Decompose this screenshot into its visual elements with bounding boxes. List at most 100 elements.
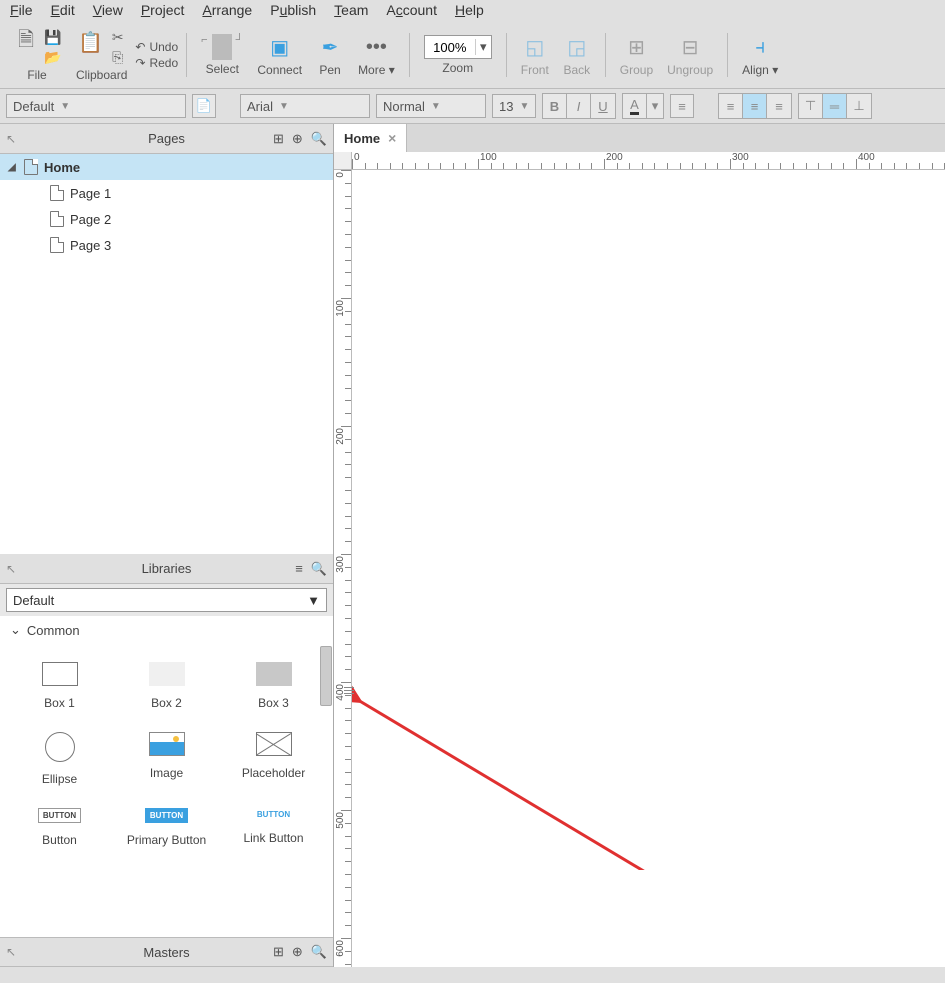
cut-icon[interactable]: ✂ <box>109 28 127 46</box>
separator <box>605 33 606 77</box>
widget-link-button[interactable]: BUTTONLink Button <box>220 808 327 847</box>
add-master-icon[interactable]: ⊕ <box>292 944 303 960</box>
page-item-home[interactable]: ◢ Home <box>0 154 333 180</box>
align-button[interactable]: ⫞ Align ▾ <box>736 33 784 77</box>
separator <box>409 33 410 77</box>
new-file-icon[interactable]: 🗎 <box>12 28 40 56</box>
expand-icon[interactable]: ◢ <box>8 162 18 173</box>
bold-button[interactable]: B <box>543 94 567 118</box>
widget-box3[interactable]: Box 3 <box>220 662 327 710</box>
add-page-icon[interactable]: ⊕ <box>292 131 303 147</box>
bring-front-icon: ◱ <box>521 33 549 61</box>
widget-box2[interactable]: Box 2 <box>113 662 220 710</box>
style-manager-icon[interactable]: 📄 <box>192 94 216 118</box>
file-label: File <box>27 68 46 82</box>
italic-button[interactable]: I <box>567 94 591 118</box>
library-section-common[interactable]: ⌄ Common <box>0 616 333 644</box>
menu-project[interactable]: Project <box>141 2 185 18</box>
panel-resize-handle[interactable] <box>344 680 354 700</box>
open-icon[interactable]: 📂 <box>44 48 62 66</box>
valign-top-button[interactable]: ⊤ <box>799 94 823 118</box>
page-name: Page 1 <box>70 186 111 201</box>
add-folder-icon[interactable]: ⊞ <box>273 944 284 960</box>
page-icon <box>50 211 64 227</box>
connect-tool[interactable]: ▣ Connect <box>251 33 308 77</box>
page-item-1[interactable]: Page 1 <box>0 180 333 206</box>
canvas-area: Home × 0100200300400 0100200300400500600 <box>334 124 945 967</box>
design-canvas[interactable] <box>352 170 945 967</box>
annotation-arrow <box>352 170 945 870</box>
back-button[interactable]: ◲ Back <box>557 33 597 77</box>
page-name: Page 2 <box>70 212 111 227</box>
menu-arrange[interactable]: Arrange <box>202 2 252 18</box>
menu-icon[interactable]: ≡ <box>295 561 303 577</box>
font-select[interactable]: Arial▼ <box>240 94 370 118</box>
menu-team[interactable]: Team <box>334 2 368 18</box>
separator <box>506 33 507 77</box>
undo-button[interactable]: ↶Undo <box>135 40 178 54</box>
close-tab-icon[interactable]: × <box>388 130 396 146</box>
horizontal-ruler[interactable]: 0100200300400 <box>352 152 945 170</box>
popout-icon[interactable]: ↖ <box>6 945 16 959</box>
widget-ellipse[interactable]: Ellipse <box>6 732 113 786</box>
search-libraries-icon[interactable]: 🔍 <box>311 561 327 577</box>
align-right-button[interactable]: ≡ <box>767 94 791 118</box>
more-tool[interactable]: ••• More ▾ <box>352 33 401 77</box>
add-folder-icon[interactable]: ⊞ <box>273 131 284 147</box>
send-back-icon: ◲ <box>563 33 591 61</box>
search-masters-icon[interactable]: 🔍 <box>311 944 327 960</box>
collapse-icon: ⌄ <box>10 622 21 638</box>
pen-tool[interactable]: ✒ Pen <box>310 33 350 77</box>
group-button[interactable]: ⊞ Group <box>614 33 659 77</box>
menu-publish[interactable]: Publish <box>270 2 316 18</box>
pen-label: Pen <box>319 63 340 77</box>
libraries-title: Libraries <box>142 561 192 576</box>
select-tool[interactable]: ⌐┘ Select <box>195 34 249 76</box>
ungroup-button[interactable]: ⊟ Ungroup <box>661 33 719 77</box>
widget-image[interactable]: Image <box>113 732 220 786</box>
popout-icon[interactable]: ↖ <box>6 562 16 576</box>
menu-help[interactable]: Help <box>455 2 484 18</box>
more-label: More <box>358 63 385 77</box>
underline-button[interactable]: U <box>591 94 615 118</box>
library-select[interactable]: Default▼ <box>6 588 327 612</box>
style-select[interactable]: Default▼ <box>6 94 186 118</box>
copy-icon[interactable]: ⎘ <box>109 48 127 66</box>
align-center-button[interactable]: ≡ <box>743 94 767 118</box>
text-color-button[interactable]: A <box>623 94 647 118</box>
widget-box1[interactable]: Box 1 <box>6 662 113 710</box>
zoom-selector[interactable]: ▾ <box>424 35 492 59</box>
page-name: Page 3 <box>70 238 111 253</box>
group-icon: ⊞ <box>622 33 650 61</box>
size-select[interactable]: 13▼ <box>492 94 536 118</box>
valign-bottom-button[interactable]: ⊥ <box>847 94 871 118</box>
menu-account[interactable]: Account <box>386 2 437 18</box>
redo-button[interactable]: ↷Redo <box>135 56 178 70</box>
widget-placeholder[interactable]: Placeholder <box>220 732 327 786</box>
paste-icon[interactable]: 📋 <box>77 28 105 56</box>
library-scrollbar[interactable] <box>320 646 332 706</box>
align-left-button[interactable]: ≡ <box>719 94 743 118</box>
menu-edit[interactable]: Edit <box>51 2 75 18</box>
page-item-2[interactable]: Page 2 <box>0 206 333 232</box>
widget-button[interactable]: BUTTONButton <box>6 808 113 847</box>
popout-icon[interactable]: ↖ <box>6 132 16 146</box>
menu-file[interactable]: File <box>10 2 33 18</box>
valign-middle-button[interactable]: ═ <box>823 94 847 118</box>
bullets-button[interactable]: ≡ <box>670 94 694 118</box>
front-button[interactable]: ◱ Front <box>515 33 555 77</box>
zoom-dropdown-icon[interactable]: ▾ <box>475 39 491 55</box>
tab-home[interactable]: Home × <box>334 124 407 152</box>
pen-icon: ✒ <box>316 33 344 61</box>
widget-primary-button[interactable]: BUTTONPrimary Button <box>113 808 220 847</box>
weight-select[interactable]: Normal▼ <box>376 94 486 118</box>
page-item-3[interactable]: Page 3 <box>0 232 333 258</box>
search-pages-icon[interactable]: 🔍 <box>311 131 327 147</box>
side-panel: ↖ Pages ⊞ ⊕ 🔍 ◢ Home Page 1 Page 2 <box>0 124 334 967</box>
zoom-input[interactable] <box>425 40 475 55</box>
text-color-dropdown[interactable]: ▾ <box>647 94 663 118</box>
vertical-ruler[interactable]: 0100200300400500600 <box>334 170 352 967</box>
save-icon[interactable]: 💾 <box>44 28 62 46</box>
main-toolbar: 🗎 💾 📂 File 📋 ✂ ⎘ Clipboard ↶Undo ↷Redo ⌐… <box>0 24 945 89</box>
menu-view[interactable]: View <box>93 2 123 18</box>
